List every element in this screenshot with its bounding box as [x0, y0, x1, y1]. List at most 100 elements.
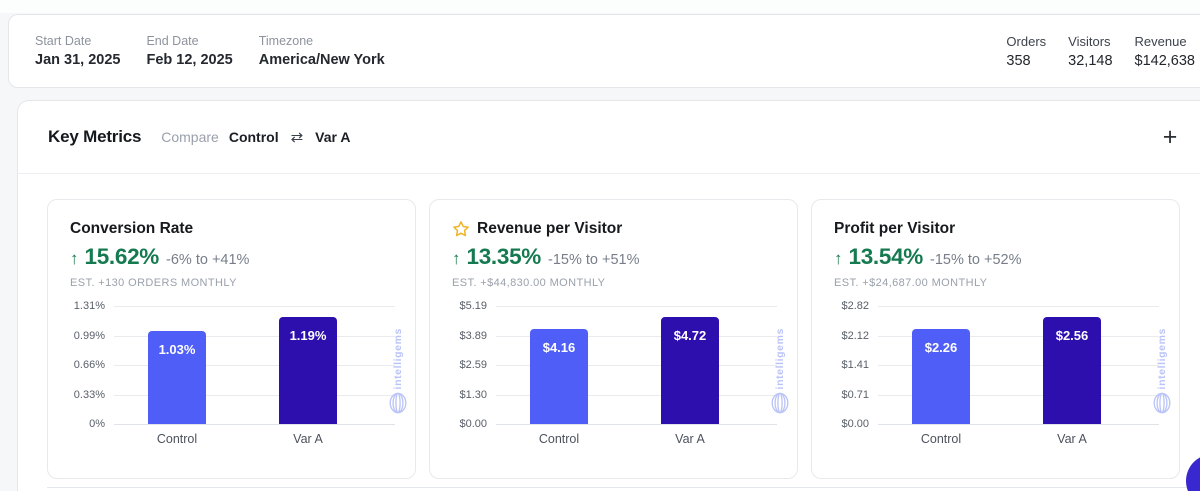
start-date-value[interactable]: Jan 31, 2025	[35, 52, 120, 68]
y-tick: $2.59	[459, 359, 487, 371]
uplift-value: 13.54%	[848, 244, 924, 269]
watermark-text: intelligems	[392, 328, 404, 390]
y-axis: $5.19 $3.89 $2.59 $1.30 $0.00	[452, 300, 496, 430]
uplift-range: -15% to +52%	[930, 252, 1022, 268]
up-arrow-icon: ↑	[70, 249, 79, 268]
x-tick-control: Control	[920, 432, 962, 446]
end-date-value[interactable]: Feb 12, 2025	[146, 52, 232, 68]
plot-area: $4.16 $4.72 Control Var A	[496, 306, 777, 449]
uplift-row: ↑ 13.35% -15% to +51%	[452, 244, 777, 270]
bar-var-a: $2.56	[1043, 316, 1101, 424]
intelligems-watermark: intelligems	[1153, 328, 1171, 414]
next-section-top-edge	[47, 487, 1200, 488]
orders-value: 358	[1006, 52, 1031, 69]
bar-var-a: 1.19%	[279, 316, 337, 424]
intelligems-watermark: intelligems	[389, 328, 407, 414]
bar-chart: $5.19 $3.89 $2.59 $1.30 $0.00 $4.16 $4.7…	[452, 300, 777, 449]
plot: $4.16 $4.72	[496, 306, 777, 425]
x-axis: Control Var A	[496, 425, 777, 449]
bar-value-label: $2.56	[1055, 327, 1089, 343]
orders-label: Orders	[1006, 33, 1047, 49]
top-strip	[0, 0, 1200, 13]
timezone-label: Timezone	[258, 34, 314, 48]
y-tick: $1.41	[841, 359, 869, 371]
filter-bar: Start Date Jan 31, 2025 End Date Feb 12,…	[8, 14, 1200, 88]
intelligems-watermark: intelligems	[771, 328, 789, 414]
end-date-label: End Date	[146, 34, 199, 48]
orders-stat: Orders 358	[1006, 34, 1046, 69]
y-tick: $2.82	[841, 300, 869, 312]
x-tick-var-a: Var A	[293, 432, 323, 446]
revenue-label: Revenue	[1134, 33, 1187, 49]
y-tick: $0.71	[841, 388, 869, 401]
plot: $2.26 $2.56	[878, 306, 1159, 425]
metric-title: Profit per Visitor	[834, 220, 956, 237]
up-arrow-icon: ↑	[452, 249, 461, 268]
bar-value-label: $4.72	[673, 327, 707, 343]
start-date-label: Start Date	[35, 34, 92, 48]
y-tick: 0.99%	[73, 329, 105, 342]
revenue-value: $142,638	[1134, 52, 1195, 69]
estimate-text: EST. +$44,830.00 MONTHLY	[452, 277, 606, 289]
end-date-field[interactable]: End Date Feb 12, 2025	[146, 34, 232, 68]
uplift-range: -15% to +51%	[548, 252, 640, 268]
y-tick: 1.31%	[73, 300, 105, 312]
gridline	[878, 306, 1159, 307]
y-axis: $2.82 $2.12 $1.41 $0.71 $0.00	[834, 300, 878, 430]
gridline	[496, 306, 777, 307]
compare-option-control[interactable]: Control	[229, 129, 279, 145]
plot: 1.03% 1.19%	[114, 306, 395, 425]
swap-icon[interactable]: ⇄	[291, 128, 304, 146]
bar-value-label: 1.19%	[289, 327, 327, 343]
metric-card-conversion-rate: Conversion Rate ↑ 15.62% -6% to +41% EST…	[47, 199, 416, 479]
uplift-value: 15.62%	[84, 244, 160, 269]
x-axis: Control Var A	[114, 425, 395, 449]
y-tick: $0.00	[459, 418, 487, 430]
start-date-field[interactable]: Start Date Jan 31, 2025	[35, 34, 120, 68]
visitors-stat: Visitors 32,148	[1068, 34, 1112, 69]
uplift-row: ↑ 13.54% -15% to +52%	[834, 244, 1159, 270]
x-tick-var-a: Var A	[1057, 432, 1087, 446]
timezone-field[interactable]: Timezone America/New York	[259, 34, 385, 68]
watermark-text: intelligems	[1156, 328, 1168, 390]
x-tick-control: Control	[156, 432, 198, 446]
y-tick: 0.66%	[73, 359, 105, 371]
y-tick: 0%	[89, 418, 105, 430]
plot-area: 1.03% 1.19% Control Var A	[114, 306, 395, 449]
x-axis: Control Var A	[878, 425, 1159, 449]
add-metric-button[interactable]: +	[1154, 121, 1186, 153]
revenue-stat: Revenue $142,638	[1135, 34, 1195, 69]
bar-control: $2.26	[912, 329, 970, 424]
y-axis: 1.31% 0.99% 0.66% 0.33% 0%	[70, 300, 114, 430]
bar-var-a: $4.72	[661, 316, 719, 424]
y-tick: $2.12	[841, 329, 869, 342]
uplift-range: -6% to +41%	[166, 252, 250, 268]
y-tick: $1.30	[459, 388, 487, 401]
card-title-row: Revenue per Visitor	[452, 220, 777, 238]
timezone-value[interactable]: America/New York	[259, 52, 385, 68]
bar-value-label: 1.03%	[158, 342, 196, 358]
favorite-star-icon[interactable]	[452, 220, 470, 238]
compare-option-var-a[interactable]: Var A	[315, 129, 350, 145]
x-tick-var-a: Var A	[675, 432, 705, 446]
intelligems-logo-icon	[389, 393, 407, 414]
metric-cards-row: Conversion Rate ↑ 15.62% -6% to +41% EST…	[47, 199, 1180, 479]
card-title-row: Conversion Rate	[70, 220, 395, 238]
card-title-row: Profit per Visitor	[834, 220, 1159, 238]
estimate-text: EST. +130 ORDERS MONTHLY	[70, 277, 237, 289]
bar-control: $4.16	[530, 329, 588, 424]
y-tick: $0.00	[841, 418, 869, 430]
plot-area: $2.26 $2.56 Control Var A	[878, 306, 1159, 449]
uplift-value: 13.35%	[466, 244, 542, 269]
bar-control: 1.03%	[148, 331, 206, 424]
summary-stats: Orders 358 Visitors 32,148 Revenue $142,…	[1006, 34, 1200, 69]
y-tick: $5.19	[459, 300, 487, 312]
metric-title: Conversion Rate	[70, 220, 194, 237]
metric-card-profit-per-visitor: Profit per Visitor ↑ 13.54% -15% to +52%…	[811, 199, 1180, 479]
intelligems-logo-icon	[771, 393, 789, 414]
bar-chart: $2.82 $2.12 $1.41 $0.71 $0.00 $2.26 $2.5…	[834, 300, 1159, 449]
bar-chart: 1.31% 0.99% 0.66% 0.33% 0% 1.03% 1.19% C…	[70, 300, 395, 449]
dashboard-screen: Start Date Jan 31, 2025 End Date Feb 12,…	[0, 0, 1200, 491]
estimate-text: EST. +$24,687.00 MONTHLY	[834, 277, 988, 289]
metric-title: Revenue per Visitor	[477, 220, 623, 237]
